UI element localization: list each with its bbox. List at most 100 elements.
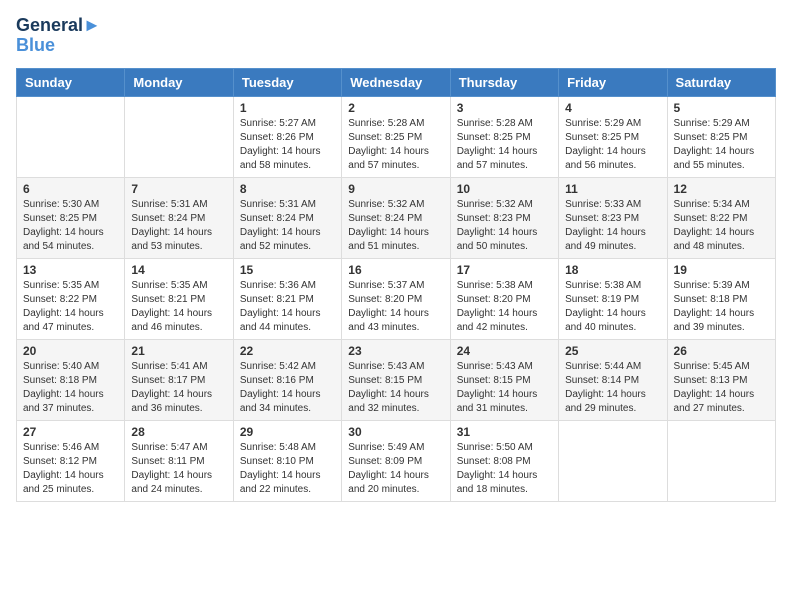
day-info: Sunrise: 5:38 AMSunset: 8:20 PMDaylight:… xyxy=(457,279,552,335)
day-info: Sunrise: 5:28 AMSunset: 8:25 PMDaylight:… xyxy=(457,117,552,173)
calendar-week-3: 13Sunrise: 5:35 AMSunset: 8:22 PMDayligh… xyxy=(17,258,776,339)
calendar-cell xyxy=(559,420,667,501)
day-number: 12 xyxy=(674,182,769,196)
col-header-friday: Friday xyxy=(559,68,667,96)
day-info: Sunrise: 5:50 AMSunset: 8:08 PMDaylight:… xyxy=(457,441,552,497)
logo-text-blue: Blue xyxy=(16,36,101,56)
calendar-cell: 26Sunrise: 5:45 AMSunset: 8:13 PMDayligh… xyxy=(667,339,775,420)
calendar-cell: 17 Sunrise: 5:38 AMSunset: 8:20 PMDayligh… xyxy=(450,258,558,339)
col-header-thursday: Thursday xyxy=(450,68,558,96)
day-info: Sunrise: 5:43 AMSunset: 8:15 PMDaylight:… xyxy=(348,360,443,416)
day-number: 7 xyxy=(131,182,226,196)
calendar-header-row: SundayMondayTuesdayWednesdayThursdayFrid… xyxy=(17,68,776,96)
calendar-week-1: 1 Sunrise: 5:27 AMSunset: 8:26 PMDaylight… xyxy=(17,96,776,177)
day-number: 24 xyxy=(457,344,552,358)
day-number: 4 xyxy=(565,101,660,115)
logo-text: General► xyxy=(16,16,101,36)
calendar-cell xyxy=(17,96,125,177)
calendar-cell: 24 Sunrise: 5:43 AMSunset: 8:15 PMDayligh… xyxy=(450,339,558,420)
day-info: Sunrise: 5:46 AMSunset: 8:12 PMDaylight:… xyxy=(23,441,118,497)
day-info: Sunrise: 5:32 AMSunset: 8:23 PMDaylight:… xyxy=(457,198,552,254)
day-number: 28 xyxy=(131,425,226,439)
day-number: 8 xyxy=(240,182,335,196)
calendar-cell: 9 Sunrise: 5:32 AMSunset: 8:24 PMDaylight… xyxy=(342,177,450,258)
calendar-cell: 16Sunrise: 5:37 AMSunset: 8:20 PMDayligh… xyxy=(342,258,450,339)
calendar-cell: 25Sunrise: 5:44 AMSunset: 8:14 PMDayligh… xyxy=(559,339,667,420)
calendar-cell: 14Sunrise: 5:35 AMSunset: 8:21 PMDayligh… xyxy=(125,258,233,339)
calendar-cell: 2Sunrise: 5:28 AMSunset: 8:25 PMDaylight… xyxy=(342,96,450,177)
day-number: 31 xyxy=(457,425,552,439)
logo: General► Blue xyxy=(16,16,101,56)
calendar-cell: 3 Sunrise: 5:28 AMSunset: 8:25 PMDaylight… xyxy=(450,96,558,177)
calendar-cell: 30Sunrise: 5:49 AMSunset: 8:09 PMDayligh… xyxy=(342,420,450,501)
calendar-week-2: 6 Sunrise: 5:30 AMSunset: 8:25 PMDaylight… xyxy=(17,177,776,258)
day-info: Sunrise: 5:43 AMSunset: 8:15 PMDaylight:… xyxy=(457,360,552,416)
day-number: 23 xyxy=(348,344,443,358)
calendar-cell: 23 Sunrise: 5:43 AMSunset: 8:15 PMDayligh… xyxy=(342,339,450,420)
day-info: Sunrise: 5:38 AMSunset: 8:19 PMDaylight:… xyxy=(565,279,660,335)
day-number: 6 xyxy=(23,182,118,196)
calendar-cell: 22 Sunrise: 5:42 AMSunset: 8:16 PMDayligh… xyxy=(233,339,341,420)
day-number: 1 xyxy=(240,101,335,115)
col-header-saturday: Saturday xyxy=(667,68,775,96)
day-number: 21 xyxy=(131,344,226,358)
day-number: 11 xyxy=(565,182,660,196)
calendar-cell: 6 Sunrise: 5:30 AMSunset: 8:25 PMDaylight… xyxy=(17,177,125,258)
calendar-cell: 1 Sunrise: 5:27 AMSunset: 8:26 PMDaylight… xyxy=(233,96,341,177)
day-number: 10 xyxy=(457,182,552,196)
col-header-wednesday: Wednesday xyxy=(342,68,450,96)
day-info: Sunrise: 5:29 AMSunset: 8:25 PMDaylight:… xyxy=(565,117,660,173)
col-header-monday: Monday xyxy=(125,68,233,96)
day-number: 29 xyxy=(240,425,335,439)
calendar-week-5: 27 Sunrise: 5:46 AMSunset: 8:12 PMDayligh… xyxy=(17,420,776,501)
calendar-week-4: 20 Sunrise: 5:40 AMSunset: 8:18 PMDayligh… xyxy=(17,339,776,420)
day-number: 19 xyxy=(674,263,769,277)
calendar-cell: 21 Sunrise: 5:41 AMSunset: 8:17 PMDayligh… xyxy=(125,339,233,420)
day-info: Sunrise: 5:29 AMSunset: 8:25 PMDaylight:… xyxy=(674,117,769,173)
calendar-cell: 27 Sunrise: 5:46 AMSunset: 8:12 PMDayligh… xyxy=(17,420,125,501)
calendar-cell: 4 Sunrise: 5:29 AMSunset: 8:25 PMDaylight… xyxy=(559,96,667,177)
day-info: Sunrise: 5:32 AMSunset: 8:24 PMDaylight:… xyxy=(348,198,443,254)
day-info: Sunrise: 5:27 AMSunset: 8:26 PMDaylight:… xyxy=(240,117,335,173)
day-number: 5 xyxy=(674,101,769,115)
day-info: Sunrise: 5:31 AMSunset: 8:24 PMDaylight:… xyxy=(131,198,226,254)
calendar-cell: 15Sunrise: 5:36 AMSunset: 8:21 PMDayligh… xyxy=(233,258,341,339)
day-info: Sunrise: 5:48 AMSunset: 8:10 PMDaylight:… xyxy=(240,441,335,497)
calendar-cell: 11Sunrise: 5:33 AMSunset: 8:23 PMDayligh… xyxy=(559,177,667,258)
day-info: Sunrise: 5:34 AMSunset: 8:22 PMDaylight:… xyxy=(674,198,769,254)
day-info: Sunrise: 5:36 AMSunset: 8:21 PMDaylight:… xyxy=(240,279,335,335)
calendar-cell xyxy=(667,420,775,501)
day-number: 3 xyxy=(457,101,552,115)
day-number: 17 xyxy=(457,263,552,277)
calendar-cell: 29 Sunrise: 5:48 AMSunset: 8:10 PMDayligh… xyxy=(233,420,341,501)
calendar-cell xyxy=(125,96,233,177)
day-info: Sunrise: 5:30 AMSunset: 8:25 PMDaylight:… xyxy=(23,198,118,254)
day-number: 2 xyxy=(348,101,443,115)
day-info: Sunrise: 5:41 AMSunset: 8:17 PMDaylight:… xyxy=(131,360,226,416)
day-number: 26 xyxy=(674,344,769,358)
day-number: 16 xyxy=(348,263,443,277)
calendar-cell: 19 Sunrise: 5:39 AMSunset: 8:18 PMDayligh… xyxy=(667,258,775,339)
calendar-cell: 20 Sunrise: 5:40 AMSunset: 8:18 PMDayligh… xyxy=(17,339,125,420)
day-info: Sunrise: 5:35 AMSunset: 8:22 PMDaylight:… xyxy=(23,279,118,335)
day-number: 20 xyxy=(23,344,118,358)
page-header: General► Blue xyxy=(16,16,776,56)
day-number: 9 xyxy=(348,182,443,196)
col-header-sunday: Sunday xyxy=(17,68,125,96)
calendar-cell: 10 Sunrise: 5:32 AMSunset: 8:23 PMDayligh… xyxy=(450,177,558,258)
calendar-cell: 5 Sunrise: 5:29 AMSunset: 8:25 PMDaylight… xyxy=(667,96,775,177)
day-info: Sunrise: 5:42 AMSunset: 8:16 PMDaylight:… xyxy=(240,360,335,416)
day-number: 27 xyxy=(23,425,118,439)
day-number: 30 xyxy=(348,425,443,439)
day-number: 18 xyxy=(565,263,660,277)
calendar-cell: 18 Sunrise: 5:38 AMSunset: 8:19 PMDayligh… xyxy=(559,258,667,339)
day-number: 22 xyxy=(240,344,335,358)
day-info: Sunrise: 5:39 AMSunset: 8:18 PMDaylight:… xyxy=(674,279,769,335)
calendar-cell: 12 Sunrise: 5:34 AMSunset: 8:22 PMDayligh… xyxy=(667,177,775,258)
day-info: Sunrise: 5:44 AMSunset: 8:14 PMDaylight:… xyxy=(565,360,660,416)
day-number: 14 xyxy=(131,263,226,277)
day-info: Sunrise: 5:31 AMSunset: 8:24 PMDaylight:… xyxy=(240,198,335,254)
calendar-cell: 31 Sunrise: 5:50 AMSunset: 8:08 PMDayligh… xyxy=(450,420,558,501)
day-info: Sunrise: 5:40 AMSunset: 8:18 PMDaylight:… xyxy=(23,360,118,416)
calendar-cell: 8 Sunrise: 5:31 AMSunset: 8:24 PMDaylight… xyxy=(233,177,341,258)
